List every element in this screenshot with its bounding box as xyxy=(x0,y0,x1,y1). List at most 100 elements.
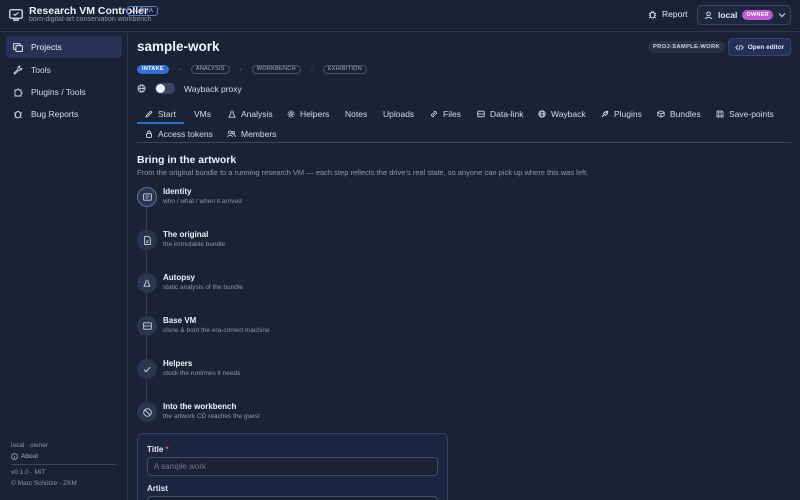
sidebar: Projects Tools Plugins / Tools Bug Repor… xyxy=(0,32,128,500)
gear-icon xyxy=(287,110,295,118)
stage-separator: › xyxy=(178,66,181,73)
tab-label: Plugins xyxy=(614,109,642,119)
tab-data-link[interactable]: Data-link xyxy=(477,109,524,119)
report-button[interactable]: Report xyxy=(648,9,688,19)
code-icon xyxy=(734,44,744,51)
step-the-original[interactable]: The original the immutable bundle xyxy=(137,230,437,260)
wrench-icon xyxy=(13,65,23,75)
report-label: Report xyxy=(662,9,688,19)
step-subtitle: static analysis of the bundle xyxy=(163,284,243,291)
user-name: local xyxy=(718,10,738,20)
puzzle-icon xyxy=(13,87,23,97)
app-subtitle: born-digital-art conservation workbench xyxy=(29,16,152,23)
sidebar-item-projects[interactable]: Projects xyxy=(6,36,122,58)
step-identity[interactable]: Identity who / what / when it arrived xyxy=(137,187,437,217)
sidebar-item-bug-reports[interactable]: Bug Reports xyxy=(6,103,122,125)
title-label-text: Title xyxy=(147,445,164,454)
wayback-proxy-label: Wayback proxy xyxy=(184,83,242,94)
tab-vms[interactable]: VMs xyxy=(194,109,211,119)
title-input[interactable] xyxy=(147,457,438,476)
save-icon xyxy=(716,110,724,118)
tab-label: Data-link xyxy=(490,109,524,119)
pencil-icon xyxy=(145,110,153,118)
step-base-vm[interactable]: Base VM clone & boot the era-correct mac… xyxy=(137,316,437,346)
tab-label: Access tokens xyxy=(158,129,213,139)
step-title: The original xyxy=(163,230,209,239)
tab-label: Files xyxy=(443,109,461,119)
server-icon xyxy=(137,316,157,336)
wayback-proxy-toggle[interactable] xyxy=(155,83,175,94)
tab-files[interactable]: Files xyxy=(430,109,461,119)
step-subtitle: clone & boot the era-correct machine xyxy=(163,327,270,334)
title-field-label: Title * xyxy=(147,445,169,454)
step-title: Identity xyxy=(163,187,192,196)
monitor-logo-icon xyxy=(9,9,23,21)
top-bar: Research VM Controller ALPHA born-digita… xyxy=(0,0,800,32)
required-mark: * xyxy=(165,445,169,454)
sidebar-item-label: Plugins / Tools xyxy=(31,87,86,97)
users-icon xyxy=(227,130,236,138)
lock-icon xyxy=(145,130,153,138)
flask-icon xyxy=(228,110,236,118)
sidebar-item-tools[interactable]: Tools xyxy=(6,59,122,81)
tab-label: Members xyxy=(241,129,277,139)
about-link[interactable]: About xyxy=(11,453,38,460)
stage-separator: › xyxy=(239,66,242,73)
stage-analysis[interactable]: ANALYSIS xyxy=(190,65,230,74)
tab-members[interactable]: Members xyxy=(227,129,276,139)
globe-icon xyxy=(538,110,546,118)
tabs-divider xyxy=(137,142,791,143)
flask-icon xyxy=(137,273,157,293)
stage-intake[interactable]: INTAKE xyxy=(137,65,169,74)
package-icon xyxy=(657,110,665,118)
tab-label: Bundles xyxy=(670,109,701,119)
section-title: Bring in the artwork xyxy=(137,154,237,166)
tab-label: Helpers xyxy=(300,109,330,119)
step-subtitle: the artwork CD reaches the guest xyxy=(163,413,260,420)
globe-icon xyxy=(137,84,146,93)
open-editor-label: Open editor xyxy=(747,43,785,51)
open-editor-button[interactable]: Open editor xyxy=(728,38,791,56)
identity-form: Title * Artist xyxy=(137,433,448,500)
tab-access-tokens[interactable]: Access tokens xyxy=(145,129,213,139)
step-title: Base VM xyxy=(163,316,197,325)
user-menu[interactable]: local OWNER xyxy=(697,5,791,25)
stage-stepper: INTAKE › ANALYSIS › WORKBENCH › EXHIBITI… xyxy=(137,65,368,74)
stage-workbench[interactable]: WORKBENCH xyxy=(251,65,301,74)
tab-label: Analysis xyxy=(241,109,273,119)
plug-icon xyxy=(601,110,609,118)
tab-bundles[interactable]: Bundles xyxy=(657,109,701,119)
step-title: Helpers xyxy=(163,359,193,368)
about-label: About xyxy=(21,453,38,460)
version-label: v0.1.0 · MIT xyxy=(11,469,46,476)
artist-input[interactable] xyxy=(147,496,438,500)
step-helpers[interactable]: Helpers stock the runtimes it needs xyxy=(137,359,437,389)
tab-plugins[interactable]: Plugins xyxy=(601,109,642,119)
tab-notes[interactable]: Notes xyxy=(345,109,367,119)
file-icon xyxy=(137,230,157,250)
tab-save-points[interactable]: Save-points xyxy=(716,109,774,119)
tab-helpers[interactable]: Helpers xyxy=(287,109,329,119)
tab-label: Uploads xyxy=(383,109,415,119)
tab-label: VMs xyxy=(194,109,211,119)
stage-exhibition[interactable]: EXHIBITION xyxy=(322,65,368,74)
sidebar-footer-divider xyxy=(11,464,116,465)
step-autopsy[interactable]: Autopsy static analysis of the bundle xyxy=(137,273,437,303)
tab-uploads[interactable]: Uploads xyxy=(383,109,414,119)
tab-label: Start xyxy=(158,109,176,119)
alpha-badge: ALPHA xyxy=(127,6,159,16)
sidebar-item-plugins-tools[interactable]: Plugins / Tools xyxy=(6,81,122,103)
id-card-icon xyxy=(137,187,157,207)
check-icon xyxy=(137,359,157,379)
role-badge: OWNER xyxy=(742,10,773,20)
chevron-down-icon xyxy=(778,12,786,18)
tab-start[interactable]: Start xyxy=(145,109,176,119)
step-subtitle: stock the runtimes it needs xyxy=(163,370,241,377)
project-id-badge: PROJ-SAMPLE-WORK xyxy=(648,41,725,53)
tab-analysis[interactable]: Analysis xyxy=(228,109,273,119)
sidebar-item-label: Tools xyxy=(31,65,51,75)
tab-label: Wayback xyxy=(551,109,586,119)
sidebar-user-role: local · owner xyxy=(11,442,48,449)
tab-wayback[interactable]: Wayback xyxy=(538,109,586,119)
step-into-the-workbench[interactable]: Into the workbench the artwork CD reache… xyxy=(137,402,437,432)
